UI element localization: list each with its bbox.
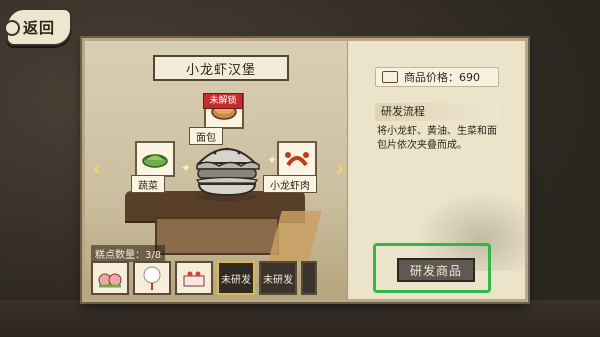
tray-item-strawberry-cake[interactable]	[175, 261, 213, 295]
recipe-title: 小龙虾汉堡	[185, 62, 256, 78]
crayfish-burger-icon	[195, 147, 260, 201]
cotton-candy-icon	[143, 266, 161, 290]
pastry-count-label: 糕点数量：3/8	[91, 245, 166, 262]
tray-item-cotton-candy[interactable]	[133, 261, 171, 295]
strawberry-cake-icon	[183, 271, 205, 287]
tray-item-partial[interactable]	[301, 261, 317, 295]
ingredient-slot-vegetables[interactable]	[135, 141, 175, 177]
develop-product-button[interactable]: 研发商品	[397, 258, 475, 282]
locked-stamp: 未解锁	[203, 93, 243, 109]
peach-bun-icon	[98, 273, 122, 288]
prev-recipe-arrow-icon[interactable]: ‹	[90, 159, 104, 181]
tray-item-peach-bun[interactable]	[91, 261, 129, 295]
process-description: 将小龙虾、黄油、生菜和面包片依次夹叠而成。	[377, 126, 497, 151]
ingredient-label-vegetables: 蔬菜	[131, 175, 165, 193]
price-tag-icon	[382, 71, 398, 83]
price-display: 商品价格：690	[375, 67, 499, 87]
price-text: 商品价格：690	[404, 71, 480, 84]
sparkle-icon: ✦	[267, 153, 278, 167]
recipe-title-bar: 小龙虾汉堡	[153, 55, 289, 81]
tray-item-undeveloped-selected[interactable]: 未研发	[217, 261, 255, 295]
next-recipe-arrow-icon[interactable]: ›	[333, 159, 347, 181]
ingredient-slot-crayfish[interactable]	[277, 141, 317, 177]
recipe-stage: 小龙虾汉堡 ‹ › 未解锁 面包 蔬菜 小龙虾肉 ✦ ✦ 糕点数量：3/8 未研…	[85, 41, 348, 299]
crayfish-icon	[285, 152, 309, 167]
tray-item-status: 未研发	[263, 274, 293, 286]
lettuce-icon	[142, 154, 168, 168]
cloud-swirl-icon	[4, 20, 20, 36]
process-heading: 研发流程	[375, 103, 499, 121]
back-button[interactable]: 返回	[4, 8, 72, 46]
recipe-tray: 未研发 未研发	[91, 261, 343, 295]
back-button-label: 返回	[22, 18, 55, 37]
tray-item-status: 未研发	[221, 274, 251, 286]
tray-item-undeveloped[interactable]: 未研发	[259, 261, 297, 295]
display-plinth	[155, 217, 279, 255]
shop-floor-strip	[0, 300, 600, 337]
ingredient-label-crayfish: 小龙虾肉	[263, 175, 317, 193]
